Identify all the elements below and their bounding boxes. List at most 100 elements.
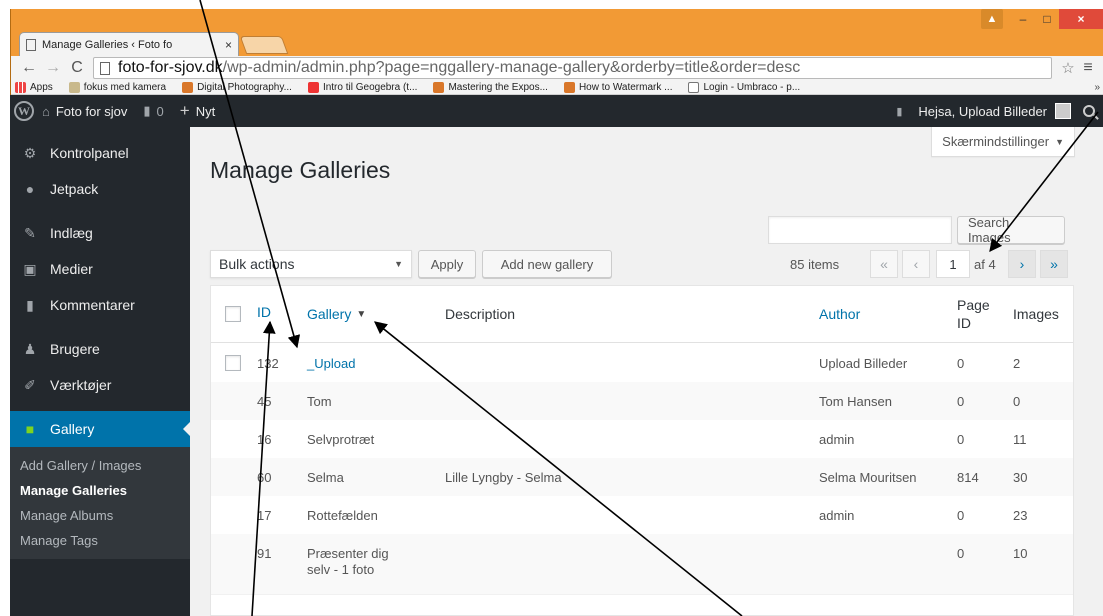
bookmark-label: fokus med kamera bbox=[83, 81, 167, 93]
cell-gallery[interactable]: Præsenter dig selv - 1 foto bbox=[307, 534, 389, 594]
sidebar-item-gallery[interactable]: ■ Gallery bbox=[10, 411, 190, 447]
sidebar-item-kommentarer[interactable]: ▮ Kommentarer bbox=[10, 287, 190, 323]
gallery-submenu: Add Gallery / Images Manage Galleries Ma… bbox=[10, 447, 190, 559]
forward-button[interactable]: → bbox=[41, 59, 65, 77]
folder-icon bbox=[68, 81, 80, 93]
jetpack-icon: ● bbox=[25, 181, 35, 197]
prev-page-button[interactable]: ‹ bbox=[902, 250, 930, 278]
address-bar[interactable]: foto-for-sjov.dk/wp-admin/admin.php?page… bbox=[93, 57, 1052, 79]
bookmark-umbraco[interactable]: Login - Umbraco - p... bbox=[688, 81, 800, 93]
sidebar-item-label: Kommentarer bbox=[50, 297, 135, 313]
maximize-button[interactable]: □ bbox=[1035, 9, 1059, 29]
cell-images: 23 bbox=[1013, 507, 1028, 523]
table-row[interactable]: 17 Rottefælden admin 0 23 bbox=[211, 496, 1073, 534]
row-checkbox[interactable] bbox=[225, 355, 241, 371]
minimize-button[interactable]: – bbox=[1011, 9, 1035, 29]
table-row[interactable]: 91 Præsenter dig selv - 1 foto 0 10 bbox=[211, 534, 1073, 594]
search-icon[interactable] bbox=[1083, 105, 1095, 117]
column-gallery[interactable]: Gallery ▼ bbox=[307, 286, 366, 342]
cell-author: admin bbox=[819, 507, 855, 523]
column-id[interactable]: ID bbox=[257, 286, 271, 342]
notification-icon[interactable]: ▮ bbox=[896, 105, 902, 118]
comments-link[interactable]: ▮ 0 bbox=[135, 103, 171, 119]
select-all-checkbox[interactable] bbox=[225, 306, 241, 322]
apply-button[interactable]: Apply bbox=[418, 250, 476, 278]
url-domain: foto-for-sjov.dk bbox=[118, 59, 223, 76]
bookmarks-overflow-icon[interactable]: » bbox=[1094, 82, 1100, 93]
browser-tab[interactable]: Manage Galleries ‹ Foto fo × bbox=[19, 32, 239, 56]
pin-icon: ✎ bbox=[24, 224, 36, 241]
sidebar-item-label: Gallery bbox=[50, 421, 95, 437]
cell-gallery[interactable]: Tom bbox=[307, 382, 332, 420]
submenu-manage-tags[interactable]: Manage Tags bbox=[10, 528, 190, 553]
bookmark-label: How to Watermark ... bbox=[578, 81, 673, 93]
table-row[interactable]: 132 _Upload Upload Billeder 0 2 bbox=[211, 344, 1073, 382]
bookmark-digital-photography[interactable]: Digital Photography... bbox=[182, 81, 292, 93]
page-title: Manage Galleries bbox=[210, 157, 391, 183]
sort-desc-icon: ▼ bbox=[356, 308, 367, 320]
sidebar-item-vaerktojer[interactable]: ✐ Værktøjer bbox=[10, 367, 190, 403]
search-input[interactable] bbox=[768, 216, 952, 244]
submenu-manage-albums[interactable]: Manage Albums bbox=[10, 503, 190, 528]
current-page-input[interactable]: 1 bbox=[936, 250, 970, 278]
screen-options-button[interactable]: Skærmindstillinger ▼ bbox=[931, 127, 1075, 157]
bookmark-mastering-exposure[interactable]: Mastering the Expos... bbox=[433, 81, 548, 93]
table-row[interactable]: 45 Tom Tom Hansen 0 0 bbox=[211, 382, 1073, 420]
cell-gallery-link[interactable]: _Upload bbox=[307, 344, 355, 382]
column-page-id: Page ID bbox=[957, 286, 990, 342]
new-tab-button[interactable] bbox=[239, 36, 289, 54]
sidebar-item-jetpack[interactable]: ● Jetpack bbox=[10, 171, 190, 207]
bookmark-star-icon[interactable]: ☆ bbox=[1058, 59, 1078, 77]
bookmark-label: Mastering the Expos... bbox=[448, 81, 548, 93]
table-row[interactable] bbox=[211, 594, 1073, 615]
site-name-link[interactable]: ⌂ Foto for sjov bbox=[34, 104, 135, 119]
last-page-button[interactable]: » bbox=[1040, 250, 1068, 278]
galleries-table: ID Gallery ▼ Description Author Page ID … bbox=[210, 285, 1074, 616]
add-new-gallery-button[interactable]: Add new gallery bbox=[482, 250, 612, 278]
cell-id: 45 bbox=[257, 393, 272, 409]
youtube-icon bbox=[307, 81, 319, 93]
page-icon bbox=[688, 81, 700, 93]
avatar[interactable] bbox=[1055, 103, 1071, 119]
new-content-link[interactable]: + Nyt bbox=[172, 101, 223, 121]
profile-icon[interactable]: ▲ bbox=[981, 9, 1003, 29]
bulk-actions-select[interactable]: Bulk actions ▼ bbox=[210, 250, 412, 278]
next-page-button[interactable]: › bbox=[1008, 250, 1036, 278]
comment-icon: ▮ bbox=[143, 103, 151, 118]
wordpress-logo-icon[interactable]: W bbox=[14, 101, 34, 121]
first-page-button[interactable]: « bbox=[870, 250, 898, 278]
sidebar-item-label: Værktøjer bbox=[50, 377, 112, 393]
cell-gallery[interactable]: Selvprotræt bbox=[307, 420, 374, 458]
chevron-down-icon: ▼ bbox=[394, 259, 403, 269]
bookmark-geogebra[interactable]: Intro til Geogebra (t... bbox=[307, 81, 417, 93]
url-path: /wp-admin/admin.php?page=nggallery-manag… bbox=[222, 59, 801, 76]
admin-sidebar: ⚙ Kontrolpanel ● Jetpack ✎ Indlæg ▣ Medier ▮… bbox=[10, 127, 190, 616]
cell-gallery[interactable]: Selma bbox=[307, 458, 344, 496]
cell-gallery[interactable]: Rottefælden bbox=[307, 496, 378, 534]
table-row[interactable]: 60 Selma Lille Lyngby - Selma Selma Mour… bbox=[211, 458, 1073, 496]
bookmark-watermark[interactable]: How to Watermark ... bbox=[563, 81, 673, 93]
column-images: Images bbox=[1013, 306, 1059, 322]
reload-button[interactable]: C bbox=[65, 59, 89, 77]
tab-close-icon[interactable]: × bbox=[225, 38, 232, 52]
dashboard-icon: ⚙ bbox=[23, 144, 37, 161]
back-button[interactable]: ← bbox=[17, 59, 41, 77]
sidebar-item-indlaeg[interactable]: ✎ Indlæg bbox=[10, 215, 190, 251]
cell-author: Tom Hansen bbox=[819, 393, 892, 409]
search-images-button[interactable]: Search Images bbox=[957, 215, 1065, 245]
howdy-user[interactable]: Hejsa, Upload Billeder bbox=[918, 104, 1047, 119]
table-row[interactable]: 16 Selvprotræt admin 0 11 bbox=[211, 420, 1073, 458]
sidebar-item-kontrolpanel[interactable]: ⚙ Kontrolpanel bbox=[10, 135, 190, 171]
bookmark-label: Digital Photography... bbox=[197, 81, 292, 93]
sidebar-item-medier[interactable]: ▣ Medier bbox=[10, 251, 190, 287]
sidebar-item-brugere[interactable]: ♟ Brugere bbox=[10, 331, 190, 367]
cell-description: Lille Lyngby - Selma bbox=[445, 469, 562, 485]
browser-menu-icon[interactable]: ≡ bbox=[1078, 59, 1098, 77]
submenu-add-gallery[interactable]: Add Gallery / Images bbox=[10, 453, 190, 478]
cell-id: 17 bbox=[257, 507, 272, 523]
column-author[interactable]: Author bbox=[819, 286, 860, 342]
submenu-manage-galleries[interactable]: Manage Galleries bbox=[10, 478, 190, 503]
close-window-button[interactable]: × bbox=[1059, 9, 1103, 29]
bookmark-apps[interactable]: Apps bbox=[15, 81, 53, 93]
bookmark-fokus[interactable]: fokus med kamera bbox=[68, 81, 167, 93]
